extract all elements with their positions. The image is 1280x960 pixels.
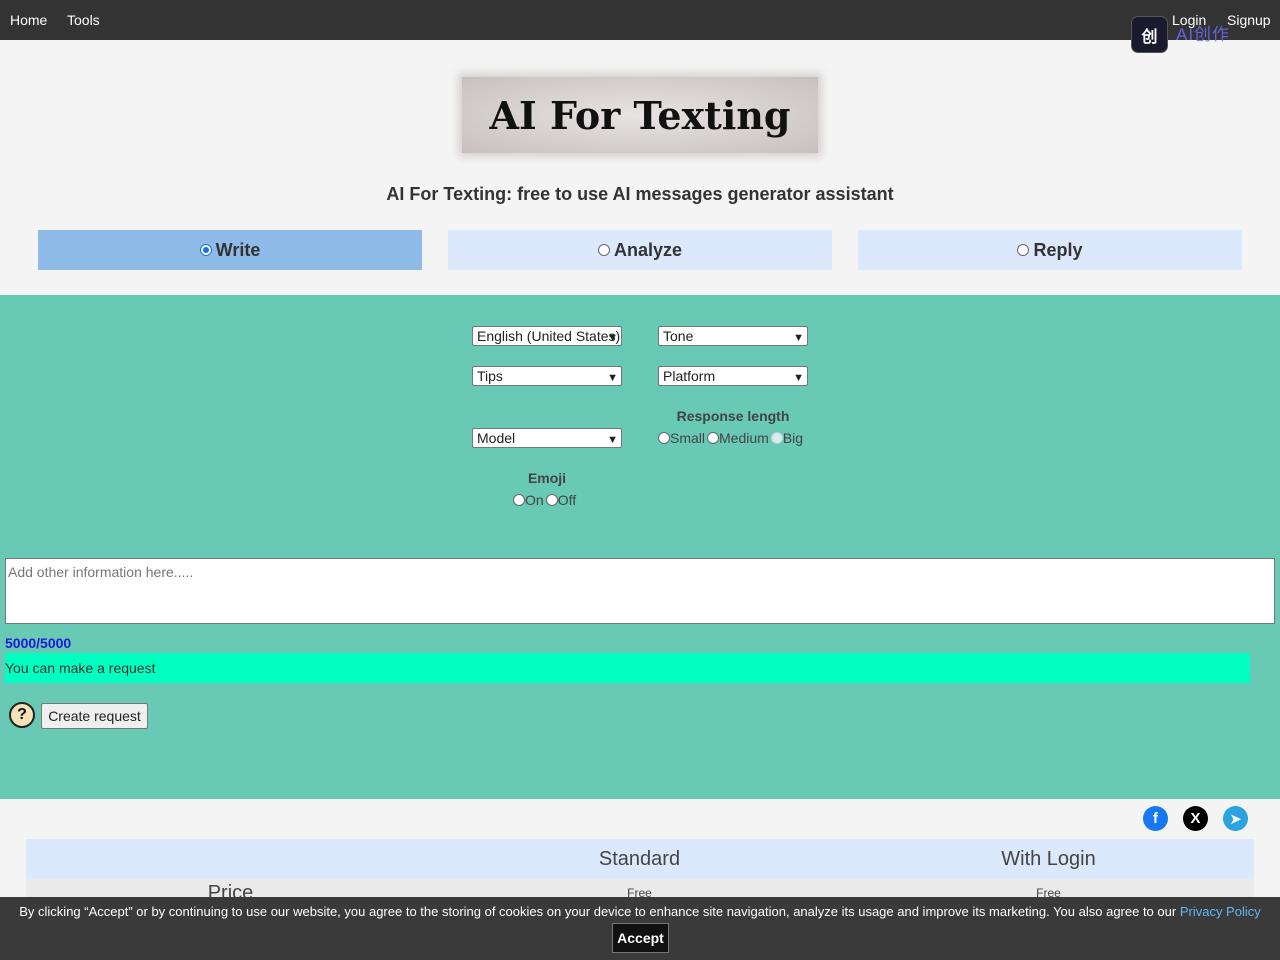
response-small-label: Small [670,430,706,446]
tab-write[interactable]: Write [38,230,422,270]
request-form-panel: English (United States) ▼ Tone ▼ Tips ▼ … [0,295,1280,799]
response-big-label: Big [782,430,804,446]
tab-reply-label: Reply [1033,239,1083,260]
tab-write-label: Write [215,239,261,260]
write-radio[interactable] [199,244,212,256]
tab-analyze[interactable]: Analyze [448,230,832,270]
chevron-down-icon: ▼ [793,332,804,344]
pricing-header-with-login: With Login [1001,848,1096,870]
tips-select[interactable]: Tips ▼ [472,366,622,386]
language-select[interactable]: English (United States) ▼ [472,326,622,346]
emoji-on-label: On [525,492,544,508]
response-small-radio[interactable] [658,432,670,444]
emoji-off-label: Off [557,492,577,508]
brand-logo-icon[interactable]: 创 [1131,16,1168,53]
telegram-icon[interactable]: ➤ [1223,806,1248,831]
site-logo-text: AI For Texting [489,92,791,138]
platform-select[interactable]: Platform ▼ [658,366,808,386]
x-twitter-icon[interactable]: X [1183,806,1208,831]
reply-radio[interactable] [1017,244,1030,256]
chevron-down-icon: ▼ [607,372,618,384]
nav-tools-link[interactable]: Tools [67,12,100,28]
tone-select-value: Tone [663,328,694,344]
pricing-header-standard: Standard [598,848,681,870]
chevron-down-icon: ▼ [607,434,618,446]
chevron-down-icon: ▼ [607,332,618,344]
emoji-label: Emoji [527,470,567,486]
facebook-icon[interactable]: f [1143,806,1168,831]
response-big-radio[interactable] [770,432,783,444]
chevron-down-icon: ▼ [793,372,804,384]
tab-analyze-label: Analyze [613,239,683,260]
cookie-message: By clicking “Accept” or by continuing to… [19,904,1177,919]
nav-home-link[interactable]: Home [10,12,47,28]
tips-select-value: Tips [477,368,503,384]
request-status-bar: You can make a request [5,653,1250,683]
top-nav: Home Tools Login Signup [0,0,1280,40]
character-counter: 5000/5000 [5,635,72,651]
analyze-radio[interactable] [597,244,610,256]
response-medium-label: Medium [719,430,769,446]
emoji-off-radio[interactable] [545,494,558,506]
nav-signup-link[interactable]: Signup [1227,12,1271,28]
help-icon[interactable]: ? [9,702,35,728]
emoji-on-radio[interactable] [513,494,525,506]
brand-watermark-text: AI创作 [1176,25,1231,44]
platform-select-value: Platform [663,368,716,384]
page-subtitle: AI For Texting: free to use AI messages … [386,184,894,204]
other-info-textarea[interactable]: Add other information here..... [5,558,1275,624]
cookie-consent-text: By clicking “Accept” or by continuing to… [0,904,1280,919]
create-request-button[interactable]: Create request [41,703,148,729]
response-length-label: Response length [676,408,790,424]
privacy-policy-link[interactable]: Privacy Policy [1180,904,1261,919]
model-select-value: Model [477,430,516,446]
emoji-options: On Off [513,492,578,508]
language-select-value: English (United States) [477,328,621,344]
site-logo: AI For Texting [462,77,818,153]
model-select[interactable]: Model ▼ [472,428,622,448]
pricing-table-header: Standard With Login [26,839,1254,879]
cookie-consent-bar: By clicking “Accept” or by continuing to… [0,897,1280,960]
accept-cookies-button[interactable]: Accept [612,923,669,953]
tone-select[interactable]: Tone ▼ [658,326,808,346]
response-length-options: Small Medium Big [658,430,805,446]
pricing-row-price: Price Free Free [26,879,1254,904]
tab-reply[interactable]: Reply [858,230,1242,270]
response-medium-radio[interactable] [707,432,720,444]
textarea-placeholder: Add other information here..... [8,564,194,580]
